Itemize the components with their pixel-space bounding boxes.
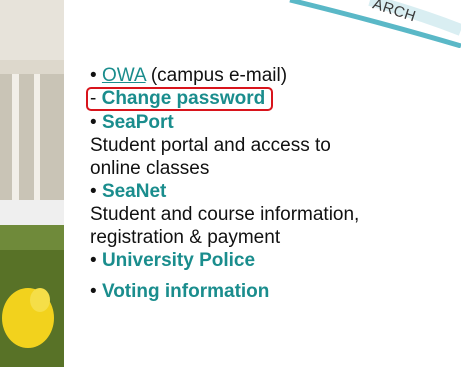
- bullet: •: [90, 181, 97, 202]
- owa-suffix: (campus e-mail): [150, 65, 288, 86]
- seaport-desc: online classes: [90, 158, 210, 179]
- bullet: •: [90, 112, 97, 133]
- campus-photo: [0, 0, 64, 367]
- university-police-link[interactable]: University Police: [102, 250, 255, 271]
- search-banner: [250, 0, 461, 48]
- bullet: •: [90, 250, 97, 271]
- highlight-box: - Change password: [86, 87, 274, 111]
- seanet-link[interactable]: SeaNet: [102, 181, 166, 202]
- list-item-seanet: • SeaNet: [90, 180, 461, 203]
- change-password-link[interactable]: Change password: [102, 88, 266, 109]
- seanet-desc: registration & payment: [90, 227, 281, 248]
- quick-links: • OWA (campus e-mail) - Change password …: [86, 64, 461, 303]
- list-item-change-password: - Change password: [86, 87, 461, 111]
- seaport-link[interactable]: SeaPort: [102, 112, 174, 133]
- voting-information-link[interactable]: Voting information: [102, 281, 269, 302]
- seaport-desc: Student portal and access to: [90, 135, 331, 156]
- dash-prefix: -: [90, 88, 97, 109]
- list-item-police: • University Police: [90, 249, 461, 272]
- list-item-owa: • OWA (campus e-mail): [90, 64, 461, 87]
- seanet-desc: Student and course information,: [90, 204, 360, 225]
- bullet: •: [90, 65, 97, 86]
- bullet: •: [90, 281, 97, 302]
- owa-link[interactable]: OWA: [102, 65, 146, 86]
- list-item-voting: • Voting information: [90, 280, 461, 303]
- list-item-seaport: • SeaPort: [90, 111, 461, 134]
